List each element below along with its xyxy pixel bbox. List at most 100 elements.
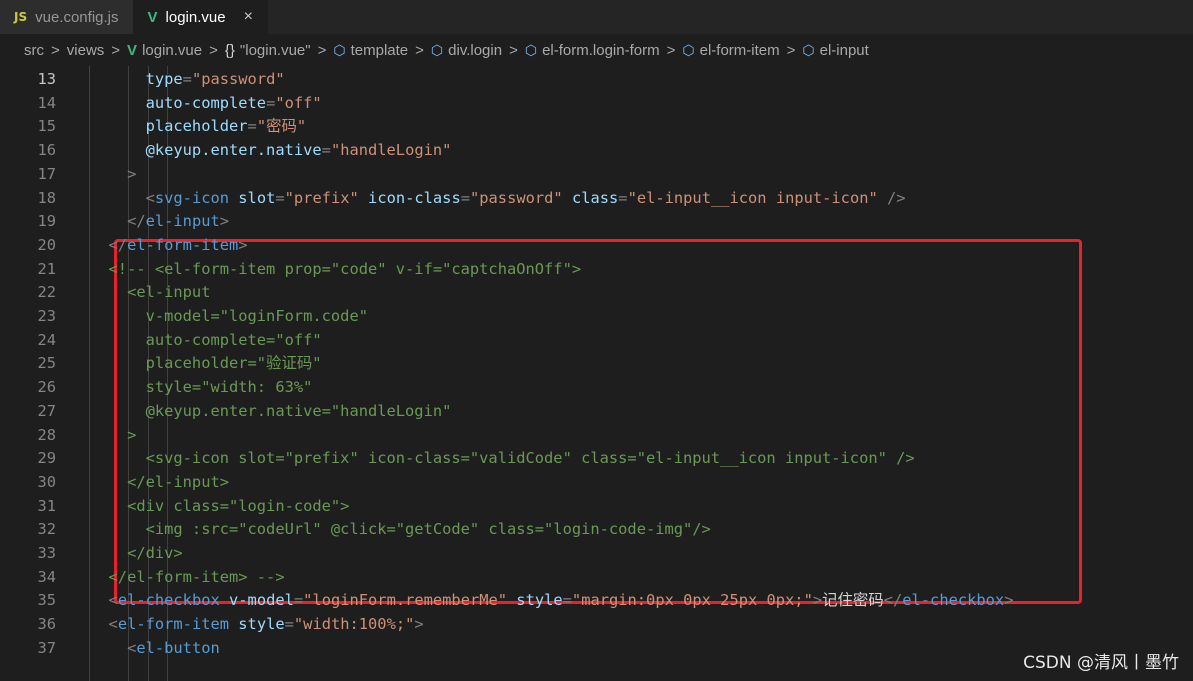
code-line[interactable]: 15 placeholder="密码" <box>0 115 1180 139</box>
tab-login-vue[interactable]: V login.vue × <box>133 0 268 34</box>
code-line[interactable]: 18 <svg-icon slot="prefix" icon-class="p… <box>0 187 1180 211</box>
code-line[interactable]: 26 style="width: 63%" <box>0 376 1180 400</box>
code-text: </el-form-item> --> <box>90 566 285 590</box>
code-line[interactable]: 34 </el-form-item> --> <box>0 566 1180 590</box>
code-line[interactable]: 36 <el-form-item style="width:100%;"> <box>0 613 1180 637</box>
breadcrumb-label: el-input <box>819 41 869 59</box>
token: "handleLogin" <box>330 141 452 160</box>
cube-icon: ⬡ <box>430 41 444 58</box>
line-number: 37 <box>37 638 56 657</box>
token: type <box>90 70 183 88</box>
token: "密码" <box>256 117 307 136</box>
breadcrumb-item[interactable]: {} "login.vue" <box>225 42 311 59</box>
token: <svg-icon slot="prefix" icon-class="vali… <box>90 449 915 468</box>
breadcrumb-item[interactable]: Vlogin.vue <box>127 42 202 59</box>
token: = <box>460 188 470 207</box>
tab-vue-config-js[interactable]: JS vue.config.js <box>0 0 134 34</box>
token: "el-input__icon input-icon" <box>627 188 878 207</box>
line-number: 25 <box>37 354 56 373</box>
code-line[interactable]: 21 <!-- <el-form-item prop="code" v-if="… <box>0 258 1180 282</box>
token: v-model="loginForm.code" <box>90 307 368 325</box>
code-line[interactable]: 22 <el-input <box>0 281 1180 305</box>
code-text: </el-input> <box>90 210 229 234</box>
code-text: <el-checkbox v-model="loginForm.remember… <box>90 589 1014 613</box>
breadcrumb-separator: > <box>415 41 424 59</box>
close-icon[interactable]: × <box>244 8 253 26</box>
code-line[interactable]: 23 v-model="loginForm.code" <box>0 305 1180 329</box>
token: <div class="login-code"> <box>90 496 350 515</box>
line-number: 20 <box>37 235 56 254</box>
token: "password" <box>191 70 285 88</box>
token: </ <box>90 212 146 231</box>
breadcrumb-label: el-form-item <box>699 41 780 59</box>
breadcrumb-item[interactable]: views <box>67 42 105 59</box>
token: 记住密码 <box>822 591 884 610</box>
line-number: 16 <box>37 141 56 160</box>
code-text: v-model="loginForm.code" <box>90 305 368 329</box>
breadcrumb-separator: > <box>509 41 518 59</box>
braces-icon: {} <box>224 41 235 59</box>
code-text: placeholder="密码" <box>90 115 307 139</box>
breadcrumb-item[interactable]: ⬡ template <box>333 42 408 59</box>
code-line[interactable]: 30 </el-input> <box>0 471 1180 495</box>
code-line[interactable]: 37 <el-button <box>0 637 1180 661</box>
token: el-input <box>145 212 220 231</box>
token: style="width: 63%" <box>90 378 313 397</box>
code-line[interactable]: 28 > <box>0 424 1180 448</box>
breadcrumb-item[interactable]: ⬡ div.login <box>431 42 502 59</box>
breadcrumb-item[interactable]: ⬡ el-form-item <box>682 42 779 59</box>
breadcrumb-item[interactable]: src <box>24 42 44 59</box>
vue-icon: V <box>127 41 138 59</box>
token: = <box>266 93 276 112</box>
breadcrumb-label: views <box>66 41 105 59</box>
breadcrumb-label: src <box>24 41 44 59</box>
token: icon-class <box>358 188 461 207</box>
line-number: 35 <box>37 591 56 610</box>
code-text: placeholder="验证码" <box>90 352 322 376</box>
token: el-button <box>136 638 220 657</box>
token: style <box>507 591 563 610</box>
breadcrumb-item[interactable]: ⬡ el-input <box>802 42 868 59</box>
cube-icon: ⬡ <box>682 41 695 58</box>
code-line[interactable]: 14 auto-complete="off" <box>0 92 1180 116</box>
token: "margin:0px 0px 25px 0px;" <box>571 591 813 610</box>
code-text: </div> <box>90 542 183 566</box>
token: </ <box>883 591 903 610</box>
token: "prefix" <box>284 188 359 207</box>
code-line[interactable]: 31 <div class="login-code"> <box>0 495 1180 519</box>
token: auto-complete="off" <box>90 330 322 349</box>
token: svg-icon <box>154 188 230 207</box>
code-editor[interactable]: 13 type="password" 14 auto-complete="off"… <box>0 66 1193 681</box>
code-line[interactable]: 35 <el-checkbox v-model="loginForm.remem… <box>0 589 1180 613</box>
code-line[interactable]: 33 </div> <box>0 542 1180 566</box>
line-number: 21 <box>37 259 56 278</box>
code-text: type="password" <box>90 68 285 92</box>
line-number: 30 <box>37 472 56 491</box>
line-number: 26 <box>37 378 56 397</box>
code-line[interactable]: 27 @keyup.enter.native="handleLogin" <box>0 400 1180 424</box>
code-line[interactable]: 16 @keyup.enter.native="handleLogin" <box>0 139 1180 163</box>
code-line[interactable]: 20 </el-form-item> <box>0 234 1180 258</box>
tab-label: login.vue <box>165 8 226 26</box>
code-text: > <box>90 424 136 448</box>
token: el-form-item <box>117 615 230 634</box>
code-line[interactable]: 19 </el-input> <box>0 210 1180 234</box>
code-line[interactable]: 17 > <box>0 163 1180 187</box>
code-line[interactable]: 29 <svg-icon slot="prefix" icon-class="v… <box>0 447 1180 471</box>
token: <img :src="codeUrl" @click="getCode" cla… <box>90 520 711 539</box>
breadcrumb-item[interactable]: ⬡ el-form.login-form <box>525 42 660 59</box>
token: el-checkbox <box>902 591 1005 610</box>
code-line[interactable]: 24 auto-complete="off" <box>0 329 1180 353</box>
token: < <box>90 615 118 634</box>
code-line[interactable]: 32 <img :src="codeUrl" @click="getCode" … <box>0 518 1180 542</box>
code-line[interactable]: 25 placeholder="验证码" <box>0 352 1180 376</box>
code-line[interactable]: 13 type="password" <box>0 68 1180 92</box>
csdn-watermark: CSDN @清风丨墨竹 <box>1023 653 1179 673</box>
token: < <box>90 591 118 610</box>
line-number: 28 <box>37 425 56 444</box>
line-number: 17 <box>37 164 56 183</box>
token: "loginForm.rememberMe" <box>303 591 508 610</box>
cube-icon: ⬡ <box>524 41 538 58</box>
code-text: </el-form-item> <box>90 234 248 258</box>
code-text: @keyup.enter.native="handleLogin" <box>90 400 452 424</box>
